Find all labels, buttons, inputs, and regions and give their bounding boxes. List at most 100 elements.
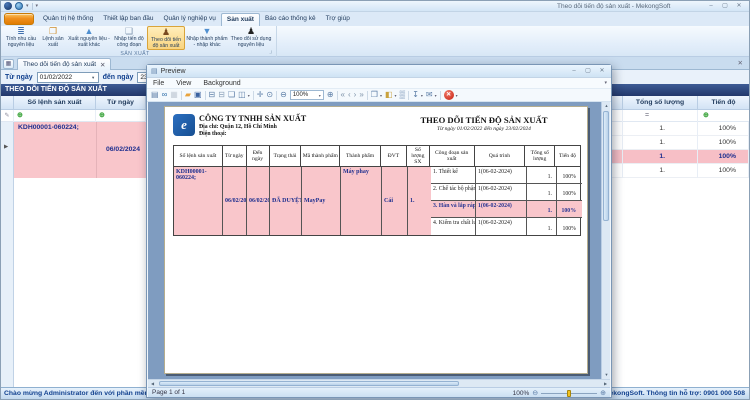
scroll-down-icon[interactable]: ▼ xyxy=(602,371,610,379)
filter-cell-tu-ngay[interactable]: ⊕ xyxy=(96,110,146,122)
tab-close-icon[interactable]: ✕ xyxy=(100,61,105,69)
column-header-tien-do[interactable]: Tiến độ xyxy=(698,96,749,110)
from-date-dropdown-icon[interactable]: ▾ xyxy=(89,73,98,82)
filter-edit-icon[interactable]: ⊕ xyxy=(703,112,709,119)
form-close-icon[interactable]: ✕ xyxy=(738,59,743,67)
qat-customize-icon[interactable]: ▾ xyxy=(36,2,39,10)
ribbon-button-nhap-thanh-pham-nhap-khac[interactable]: ▼Nhập thành phẩm - nhập khác xyxy=(185,26,229,50)
zoom-in-icon[interactable]: ⊕ xyxy=(327,90,334,100)
send-email-icon[interactable]: ✉ xyxy=(426,90,433,100)
ribbon-button-xuat-nguyen-lieu-xuat-khac[interactable]: ▲Xuất nguyên liệu - xuất khác xyxy=(67,26,111,50)
arrow-up-icon: ▲ xyxy=(85,27,94,36)
zoom-slider[interactable] xyxy=(541,393,597,394)
close-preview-icon[interactable]: ✕ xyxy=(444,90,454,100)
export-icon[interactable]: ↧ xyxy=(412,90,419,100)
zoom-slider-thumb[interactable] xyxy=(567,390,571,397)
preview-minimize-icon[interactable]: – xyxy=(569,67,579,76)
maximize-icon[interactable]: ▢ xyxy=(720,2,730,11)
export-icon-dropdown[interactable]: ▾ xyxy=(421,93,423,98)
ribbon-button-tinh-nhu-cau-nguyen-lieu[interactable]: ≣Tính nhu cầu nguyên liệu xyxy=(3,26,39,50)
vertical-scroll-thumb[interactable] xyxy=(603,111,609,221)
preview-title-bar[interactable]: ▤ Preview – ▢ ✕ xyxy=(147,65,611,78)
save-icon[interactable]: ▣ xyxy=(194,90,202,100)
send-email-icon-dropdown[interactable]: ▾ xyxy=(435,93,437,98)
column-header-so-lenh-san-xuat[interactable]: Số lệnh sản xuất xyxy=(14,96,96,110)
thumbnails-icon[interactable]: ▤ xyxy=(151,90,159,100)
scale-icon-dropdown[interactable]: ▾ xyxy=(248,93,250,98)
ribbon-button-theo-doi-tien-do-san-xuat[interactable]: ♟Theo dõi tiến độ sản xuất xyxy=(147,26,185,50)
scroll-up-icon[interactable]: ▲ xyxy=(602,102,610,110)
print-icon[interactable]: ⊟ xyxy=(209,90,216,100)
menu-overflow-icon[interactable]: ▾ xyxy=(604,80,607,86)
preview-maximize-icon[interactable]: ▢ xyxy=(583,67,593,76)
filter-cell-so-lenh[interactable]: ⊕ xyxy=(14,110,96,122)
multiple-pages-icon-dropdown[interactable]: ▾ xyxy=(380,93,382,98)
menu-background[interactable]: Background xyxy=(197,80,246,87)
ribbon-tab-quan-ly-nghiep-vu[interactable]: Quản lý nghiệp vụ xyxy=(158,13,220,26)
close-icon[interactable]: ✕ xyxy=(734,2,744,11)
column-header-tu-ngay[interactable]: Từ ngày xyxy=(96,96,146,110)
menu-file[interactable]: File xyxy=(147,80,170,87)
globe-icon[interactable] xyxy=(15,2,23,10)
grid-detail-row-2[interactable]: 1.100% xyxy=(611,136,748,150)
ribbon-tab-bao-cao-thong-ke[interactable]: Báo cáo thống kê xyxy=(260,13,321,26)
watermark-icon[interactable]: ▒ xyxy=(400,90,406,100)
zoom-out-icon[interactable]: ⊖ xyxy=(280,90,287,100)
combo-dropdown-icon[interactable]: ▾ xyxy=(319,93,321,98)
horizontal-scroll-thumb[interactable] xyxy=(159,381,459,386)
ribbon-tab-san-xuat[interactable]: Sản xuất xyxy=(221,13,260,26)
open-icon[interactable]: ▰ xyxy=(185,90,191,100)
scroll-left-icon[interactable]: ◀ xyxy=(148,380,157,387)
prev-page-icon[interactable]: ‹ xyxy=(348,90,351,100)
scale-icon[interactable]: ◫ xyxy=(238,90,246,100)
application-window: ▾ ▾ Theo dõi tiến độ sản xuất - MekongSo… xyxy=(0,0,750,400)
grid-detail-row-4[interactable]: 1.100% xyxy=(611,164,748,178)
last-page-icon[interactable]: » xyxy=(359,90,363,100)
customize-icon[interactable]: ▦ xyxy=(170,90,178,100)
magnifier-icon[interactable]: ⊙ xyxy=(266,90,273,100)
grid-detail-row-1[interactable]: 1.100% xyxy=(611,122,748,136)
page-color-icon[interactable]: ◧ xyxy=(385,90,393,100)
application-menu-button[interactable] xyxy=(4,13,34,25)
ribbon-button-nhap-tien-do-cong-doan[interactable]: ❏Nhập tiến độ công đoạn xyxy=(111,26,147,50)
hand-tool-icon[interactable]: ✛ xyxy=(257,90,264,100)
close-preview-icon-dropdown[interactable]: ▾ xyxy=(456,93,458,98)
menu-view[interactable]: View xyxy=(170,80,197,87)
app-icon[interactable] xyxy=(4,2,12,10)
tab-theo-doi-tien-do-san-xuat[interactable]: Theo dõi tiến độ sản xuất ✕ xyxy=(17,58,111,70)
report-process: 1(06-02-2024) xyxy=(476,201,527,217)
filter-cell-tong-so-luong[interactable]: = xyxy=(623,110,698,122)
multiple-pages-icon[interactable]: ❒ xyxy=(371,90,378,100)
grid-detail-row-3[interactable]: 1.100% xyxy=(611,150,748,164)
tab-list-icon[interactable]: ▦ xyxy=(3,59,14,69)
ribbon-button-theo-doi-su-dung-nguyen-lieu[interactable]: ♟Theo dõi sử dụng nguyên liệu xyxy=(229,26,273,50)
ribbon-tab-thiet-lap-ban-dau[interactable]: Thiết lập ban đầu xyxy=(98,13,158,26)
ribbon-tab-quan-tri-he-thong[interactable]: Quản trị hệ thống xyxy=(38,13,98,26)
filter-cell-tien-do[interactable]: ⊕ xyxy=(698,110,749,122)
minimize-icon[interactable]: – xyxy=(706,2,716,11)
quick-print-icon[interactable]: ⊟ xyxy=(218,90,225,100)
column-divider xyxy=(96,122,97,178)
zoom-out-icon[interactable]: ⊖ xyxy=(532,389,538,397)
column-header-tong-so-luong[interactable]: Tổng số lượng xyxy=(623,96,698,110)
ribbon-button-lenh-san-xuat[interactable]: ❐Lệnh sản xuất xyxy=(39,26,67,50)
preview-horizontal-scrollbar[interactable]: ◀ ▶ xyxy=(148,379,610,387)
zoom-in-icon[interactable]: ⊕ xyxy=(600,389,606,397)
page-color-icon-dropdown[interactable]: ▾ xyxy=(395,93,397,98)
scroll-right-icon[interactable]: ▶ xyxy=(601,380,610,387)
preview-vertical-scrollbar[interactable]: ▲ ▼ xyxy=(601,102,610,379)
qat-dropdown-icon[interactable]: ▾ xyxy=(26,2,29,10)
cell-spacer xyxy=(611,164,623,178)
ribbon: ≣Tính nhu cầu nguyên liệu❐Lệnh sản xuất▲… xyxy=(1,26,749,57)
preview-close-icon[interactable]: ✕ xyxy=(597,67,607,76)
from-date-input[interactable]: 01/02/2022 ▾ xyxy=(37,72,99,83)
ribbon-tab-tro-giup[interactable]: Trợ giúp xyxy=(321,13,355,26)
zoom-combo[interactable]: 100%▾ xyxy=(290,90,324,100)
search-icon[interactable]: ∞ xyxy=(162,90,168,100)
company-name: CÔNG TY TNHH SẢN XUẤT xyxy=(199,114,306,123)
first-page-icon[interactable]: « xyxy=(341,90,345,100)
next-page-icon[interactable]: › xyxy=(354,90,357,100)
filter-edit-icon[interactable]: ⊕ xyxy=(99,112,105,119)
page-setup-icon[interactable]: ❏ xyxy=(228,90,235,100)
filter-edit-icon[interactable]: ⊕ xyxy=(17,112,23,119)
